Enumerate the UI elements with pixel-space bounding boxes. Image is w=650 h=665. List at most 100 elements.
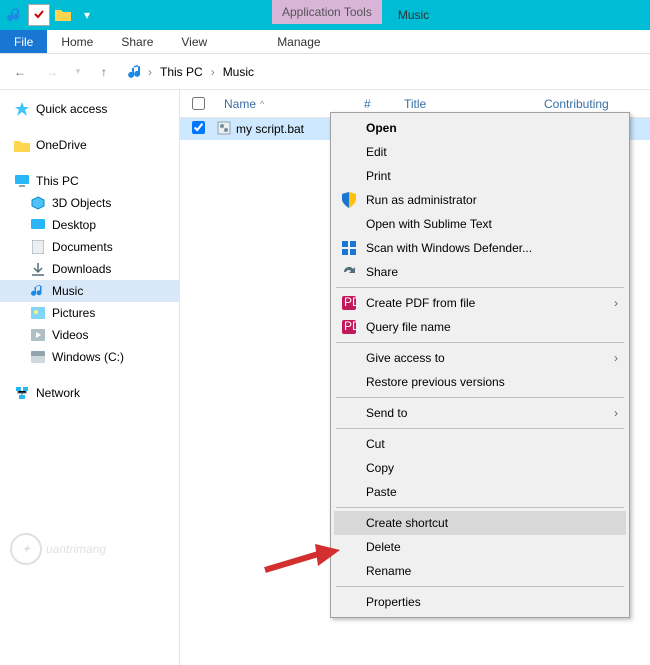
menu-share[interactable]: Share: [334, 260, 626, 284]
menu-open-with-sublime[interactable]: Open with Sublime Text: [334, 212, 626, 236]
network-icon: [14, 385, 30, 401]
sidebar-label: Quick access: [36, 102, 107, 116]
quick-access-toolbar: ▾: [0, 0, 102, 30]
menu-separator: [336, 287, 624, 288]
menu-separator: [336, 428, 624, 429]
ribbon-tabs: File Home Share View Manage: [0, 30, 650, 54]
contextual-tab-application-tools[interactable]: Application Tools: [272, 0, 382, 24]
shield-icon: [340, 191, 358, 209]
file-checkbox[interactable]: [192, 121, 216, 137]
tab-home[interactable]: Home: [47, 30, 107, 53]
window-title: Music: [382, 0, 445, 30]
menu-create-shortcut[interactable]: Create shortcut: [334, 511, 626, 535]
menu-edit[interactable]: Edit: [334, 140, 626, 164]
sidebar-label: Documents: [52, 240, 113, 254]
menu-give-access[interactable]: Give access to ›: [334, 346, 626, 370]
menu-cut[interactable]: Cut: [334, 432, 626, 456]
file-list-pane: Name ^ # Title Contributing my script.ba…: [180, 90, 650, 665]
tab-view[interactable]: View: [167, 30, 221, 53]
breadcrumb[interactable]: › This PC › Music: [124, 61, 642, 83]
drive-icon: [30, 349, 46, 365]
properties-icon[interactable]: [28, 4, 50, 26]
sidebar-desktop[interactable]: Desktop: [0, 214, 179, 236]
up-button[interactable]: ↑: [92, 60, 116, 84]
sidebar-label: Pictures: [52, 306, 95, 320]
column-number[interactable]: #: [356, 97, 396, 111]
menu-properties[interactable]: Properties: [334, 590, 626, 614]
videos-icon: [30, 327, 46, 343]
music-icon: [128, 64, 144, 80]
sidebar-label: Desktop: [52, 218, 96, 232]
sidebar-label: Downloads: [52, 262, 111, 276]
chevron-right-icon[interactable]: ›: [148, 65, 152, 79]
select-all-checkbox[interactable]: [192, 97, 216, 110]
sort-asc-icon: ^: [260, 99, 264, 109]
pdf-icon: PDF: [340, 318, 358, 336]
sidebar-downloads[interactable]: Downloads: [0, 258, 179, 280]
sidebar-label: Videos: [52, 328, 88, 342]
menu-send-to[interactable]: Send to ›: [334, 401, 626, 425]
sidebar-music[interactable]: Music: [0, 280, 179, 302]
sidebar-windows-c[interactable]: Windows (C:): [0, 346, 179, 368]
main-area: Quick access OneDrive This PC 3D Objects…: [0, 90, 650, 665]
navigation-pane: Quick access OneDrive This PC 3D Objects…: [0, 90, 180, 665]
submenu-arrow-icon: ›: [614, 351, 618, 365]
menu-create-pdf[interactable]: PDF Create PDF from file ›: [334, 291, 626, 315]
back-button[interactable]: ←: [8, 60, 32, 84]
column-title[interactable]: Title: [396, 97, 536, 111]
column-name[interactable]: Name ^: [216, 97, 356, 111]
column-label: Name: [224, 97, 256, 111]
submenu-arrow-icon: ›: [614, 406, 618, 420]
cube-icon: [30, 195, 46, 211]
sidebar-label: Music: [52, 284, 83, 298]
menu-run-as-admin[interactable]: Run as administrator: [334, 188, 626, 212]
new-folder-icon[interactable]: [52, 4, 74, 26]
sidebar-label: 3D Objects: [52, 196, 111, 210]
title-bar: ▾ Application Tools Music: [0, 0, 650, 30]
qat-dropdown-icon[interactable]: ▾: [76, 4, 98, 26]
download-icon: [30, 261, 46, 277]
sidebar-label: Windows (C:): [52, 350, 124, 364]
tab-manage[interactable]: Manage: [263, 30, 334, 53]
menu-delete[interactable]: Delete: [334, 535, 626, 559]
sidebar-label: This PC: [36, 174, 79, 188]
crumb-this-pc[interactable]: This PC: [156, 63, 207, 81]
menu-print[interactable]: Print: [334, 164, 626, 188]
menu-open[interactable]: Open: [334, 116, 626, 140]
submenu-arrow-icon: ›: [614, 296, 618, 310]
tab-file[interactable]: File: [0, 30, 47, 53]
defender-icon: [340, 239, 358, 257]
chevron-right-icon[interactable]: ›: [211, 65, 215, 79]
column-contributing[interactable]: Contributing: [536, 97, 636, 111]
tab-share[interactable]: Share: [107, 30, 167, 53]
svg-text:PDF: PDF: [344, 320, 356, 333]
sidebar-network[interactable]: Network: [0, 382, 179, 404]
menu-rename[interactable]: Rename: [334, 559, 626, 583]
menu-scan-defender[interactable]: Scan with Windows Defender...: [334, 236, 626, 260]
recent-dropdown[interactable]: ▾: [72, 60, 84, 84]
music-folder-icon[interactable]: [4, 4, 26, 26]
menu-query-file[interactable]: PDF Query file name: [334, 315, 626, 339]
menu-separator: [336, 342, 624, 343]
sidebar-videos[interactable]: Videos: [0, 324, 179, 346]
menu-separator: [336, 397, 624, 398]
documents-icon: [30, 239, 46, 255]
forward-button[interactable]: →: [40, 60, 64, 84]
menu-separator: [336, 586, 624, 587]
menu-restore-previous[interactable]: Restore previous versions: [334, 370, 626, 394]
batch-file-icon: [216, 120, 234, 139]
sidebar-label: OneDrive: [36, 138, 87, 152]
file-name: my script.bat: [234, 122, 304, 136]
menu-copy[interactable]: Copy: [334, 456, 626, 480]
sidebar-label: Network: [36, 386, 80, 400]
crumb-music[interactable]: Music: [219, 63, 258, 81]
sidebar-onedrive[interactable]: OneDrive: [0, 134, 179, 156]
sidebar-this-pc[interactable]: This PC: [0, 170, 179, 192]
sidebar-documents[interactable]: Documents: [0, 236, 179, 258]
sidebar-3d-objects[interactable]: 3D Objects: [0, 192, 179, 214]
sidebar-pictures[interactable]: Pictures: [0, 302, 179, 324]
music-icon: [30, 283, 46, 299]
menu-paste[interactable]: Paste: [334, 480, 626, 504]
sidebar-quick-access[interactable]: Quick access: [0, 98, 179, 120]
folder-icon: [14, 137, 30, 153]
